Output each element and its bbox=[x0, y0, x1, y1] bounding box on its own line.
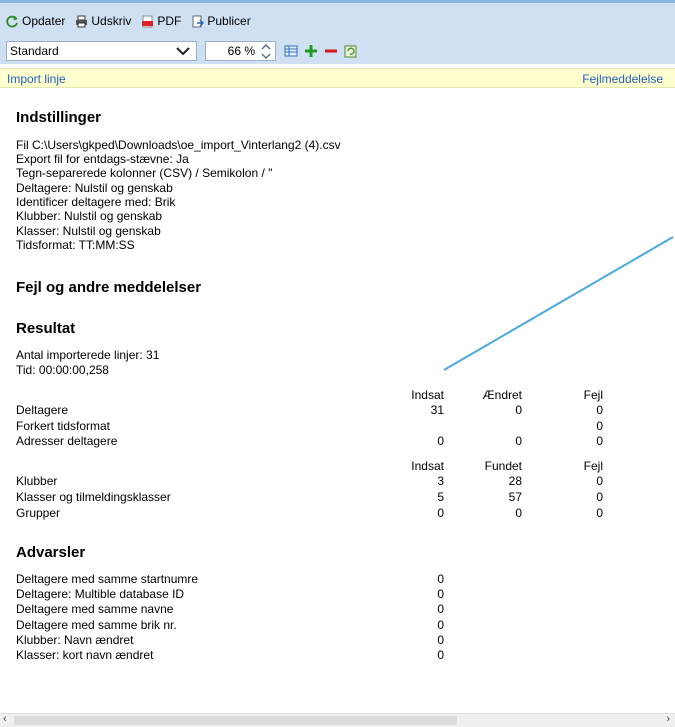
warning-value: 0 bbox=[437, 587, 444, 601]
table2-header-inserted: Indsat bbox=[411, 459, 444, 473]
scroll-right-icon[interactable]: › bbox=[666, 713, 670, 725]
warning-label: Deltagere med samme startnumre bbox=[16, 572, 199, 586]
table1-row-label: Forkert tidsformat bbox=[16, 419, 111, 433]
pdf-button[interactable]: PDF bbox=[141, 14, 181, 28]
warning-label: Deltagere med samme navne bbox=[16, 602, 174, 616]
error-message-link[interactable]: Fejlmeddelelse bbox=[582, 72, 663, 86]
warning-label: Klasser: kort navn ændret bbox=[16, 648, 154, 662]
table2-header-found: Fundet bbox=[484, 459, 522, 473]
table1-header-changed: Ændret bbox=[482, 388, 522, 402]
settings-heading: Indstillinger bbox=[16, 109, 102, 126]
warning-label: Deltagere med samme brik nr. bbox=[16, 618, 177, 632]
zoom-spinner-icon[interactable] bbox=[260, 43, 272, 60]
horizontal-scrollbar[interactable]: ‹ › bbox=[0, 713, 675, 727]
warning-value: 0 bbox=[437, 572, 444, 586]
table2-cell: 5 bbox=[437, 490, 444, 504]
zoom-value: 66 % bbox=[227, 44, 255, 58]
toolbar: Opdater Udskriv PDF Publicer Standard 66… bbox=[0, 0, 675, 64]
settings-line: Identificer deltagere med: Brik bbox=[16, 195, 176, 209]
result-line: Antal importerede linjer: 31 bbox=[16, 348, 160, 362]
table2-cell: 3 bbox=[437, 474, 444, 488]
table1-cell: 0 bbox=[515, 434, 522, 448]
reset-view-icon[interactable] bbox=[344, 45, 357, 58]
publish-button[interactable]: Publicer bbox=[191, 14, 251, 28]
errors-heading: Fejl og andre meddelelser bbox=[16, 279, 202, 296]
report-content: Indstillinger Fil C:\Users\gkped\Downloa… bbox=[0, 88, 675, 713]
table2-row-label: Klubber bbox=[16, 474, 58, 488]
table2-cell: 0 bbox=[596, 506, 603, 520]
settings-line: Fil C:\Users\gkped\Downloads\oe_import_V… bbox=[16, 138, 341, 152]
table1-cell: 0 bbox=[437, 434, 444, 448]
pdf-label: PDF bbox=[157, 14, 182, 28]
warning-value: 0 bbox=[437, 618, 444, 632]
table1-cell: 31 bbox=[430, 403, 444, 417]
settings-line: Klubber: Nulstil og genskab bbox=[16, 209, 163, 223]
print-button[interactable]: Udskriv bbox=[75, 14, 131, 28]
zoom-input[interactable]: 66 % bbox=[205, 41, 276, 61]
table1-header-inserted: Indsat bbox=[411, 388, 444, 402]
template-value: Standard bbox=[10, 44, 59, 58]
chevron-down-icon[interactable] bbox=[176, 45, 190, 57]
warnings-heading: Advarsler bbox=[16, 544, 86, 561]
print-label: Udskriv bbox=[91, 14, 132, 28]
warning-value: 0 bbox=[437, 648, 444, 662]
table2-cell: 57 bbox=[508, 490, 522, 504]
result-line: Tid: 00:00:00,258 bbox=[16, 363, 109, 377]
table1-row-label: Deltagere bbox=[16, 403, 69, 417]
publish-label: Publicer bbox=[207, 14, 251, 28]
template-select[interactable]: Standard bbox=[6, 41, 197, 61]
publish-icon bbox=[192, 15, 205, 27]
warning-value: 0 bbox=[437, 602, 444, 616]
table2-cell: 0 bbox=[596, 490, 603, 504]
pdf-icon bbox=[142, 15, 154, 27]
table2-row-label: Grupper bbox=[16, 506, 61, 520]
settings-line: Klasser: Nulstil og genskab bbox=[16, 224, 161, 238]
table2-header-errors: Fejl bbox=[583, 459, 603, 473]
warning-label: Deltagere: Multible database ID bbox=[16, 587, 185, 601]
table2-cell: 28 bbox=[508, 474, 522, 488]
warning-label: Klubber: Navn ændret bbox=[16, 633, 134, 647]
table2-cell: 0 bbox=[515, 506, 522, 520]
settings-line: Deltagere: Nulstil og genskab bbox=[16, 181, 173, 195]
table2-cell: 0 bbox=[437, 506, 444, 520]
settings-line: Tidsformat: TT:MM:SS bbox=[16, 238, 135, 252]
refresh-button[interactable]: Opdater bbox=[6, 14, 65, 28]
table1-cell: 0 bbox=[596, 403, 603, 417]
scrollbar-thumb[interactable] bbox=[14, 716, 457, 725]
table-icon[interactable] bbox=[284, 45, 298, 57]
settings-line: Export fil for entdags-stævne: Ja bbox=[16, 152, 189, 166]
import-line-link[interactable]: Import linje bbox=[7, 72, 66, 86]
warning-value: 0 bbox=[437, 633, 444, 647]
table1-row-label: Adresser deltagere bbox=[16, 434, 118, 448]
settings-line: Tegn-separerede kolonner (CSV) / Semikol… bbox=[16, 166, 273, 180]
refresh-label: Opdater bbox=[22, 14, 66, 28]
refresh-icon bbox=[6, 15, 18, 27]
table1-cell: 0 bbox=[596, 419, 603, 433]
remove-icon[interactable] bbox=[324, 44, 338, 58]
add-icon[interactable] bbox=[304, 44, 318, 58]
printer-icon bbox=[76, 15, 88, 27]
link-bar: Import linje Fejlmeddelelse bbox=[0, 68, 675, 88]
table1-cell: 0 bbox=[515, 403, 522, 417]
table2-row-label: Klasser og tilmeldingsklasser bbox=[16, 490, 171, 504]
table1-header-errors: Fejl bbox=[583, 388, 603, 402]
table2-cell: 0 bbox=[596, 474, 603, 488]
scroll-left-icon[interactable]: ‹ bbox=[3, 713, 7, 725]
table1-cell: 0 bbox=[596, 434, 603, 448]
result-heading: Resultat bbox=[16, 320, 76, 337]
